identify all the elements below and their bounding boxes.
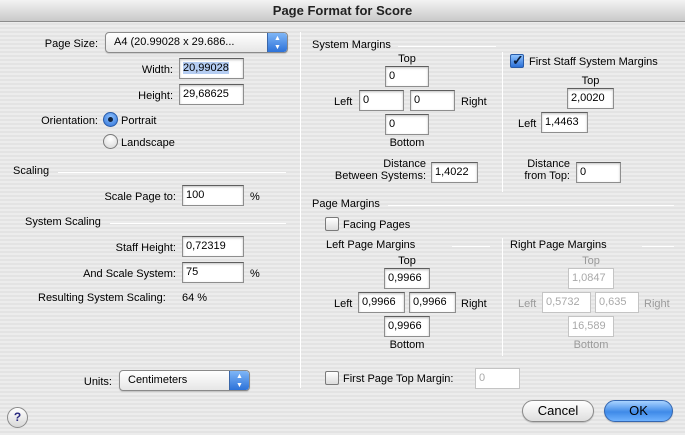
landscape-radio[interactable]: [103, 134, 118, 149]
first-staff-label: First Staff System Margins: [529, 56, 658, 68]
lp-bottom-label: Bottom: [389, 339, 425, 351]
height-label: Height:: [138, 90, 173, 102]
left-page-margins-title: Left Page Margins: [326, 239, 416, 251]
and-scale-input[interactable]: 75: [182, 262, 244, 283]
and-scale-label: And Scale System:: [83, 268, 176, 280]
rp-left-input[interactable]: 0,5732: [542, 292, 591, 313]
fs-left-label: Left: [518, 118, 537, 130]
lp-left-label: Left: [334, 298, 353, 310]
page-size-label: Page Size:: [44, 38, 98, 50]
fs-left-input[interactable]: 1,4463: [541, 112, 588, 133]
fs-top-label: Top: [581, 75, 600, 87]
fs-distance-label-2: from Top:: [524, 170, 570, 182]
rp-right-label: Right: [644, 298, 670, 310]
scaling-title: Scaling: [13, 165, 50, 177]
lp-top-input[interactable]: 0,9966: [384, 268, 430, 289]
rp-left-label: Left: [518, 298, 537, 310]
landscape-label: Landscape: [121, 137, 175, 149]
system-scaling-divider: [110, 223, 286, 224]
system-scaling-title: System Scaling: [25, 216, 101, 228]
scale-page-percent: %: [250, 191, 260, 203]
lp-right-label: Right: [461, 298, 487, 310]
lp-left-input[interactable]: 0,9966: [358, 292, 405, 313]
popup-arrows-icon: ▲ ▼: [267, 33, 287, 52]
first-page-top-checkbox[interactable]: [325, 371, 339, 385]
units-label: Units:: [83, 376, 112, 388]
sm-distance-label-2: Between Systems:: [334, 170, 426, 182]
fs-distance-input[interactable]: 0: [576, 162, 621, 183]
left-page-divider: [452, 246, 490, 247]
sm-top-label: Top: [398, 53, 416, 65]
rp-top-input[interactable]: 1,0847: [568, 268, 614, 289]
height-input[interactable]: 29,68625: [179, 84, 244, 105]
sm-bottom-label: Bottom: [389, 137, 425, 149]
help-button[interactable]: ?: [7, 407, 28, 428]
lp-right-input[interactable]: 0,9966: [409, 292, 456, 313]
page-size-popup[interactable]: A4 (20.99028 x 29.686... ▲ ▼: [105, 32, 288, 53]
scale-page-input[interactable]: 100: [182, 185, 244, 206]
rp-top-label: Top: [582, 255, 600, 267]
system-margins-divider: [398, 46, 496, 47]
sm-right-label: Right: [461, 96, 487, 108]
and-scale-percent: %: [250, 268, 260, 280]
right-page-margins-title: Right Page Margins: [510, 239, 607, 251]
first-page-top-label: First Page Top Margin:: [343, 373, 454, 385]
sm-top-input[interactable]: 0: [385, 66, 429, 87]
units-popup[interactable]: Centimeters ▲ ▼: [119, 370, 250, 391]
right-page-divider: [642, 246, 674, 247]
portrait-radio[interactable]: [103, 112, 118, 127]
page-size-value: A4 (20.99028 x 29.686...: [114, 36, 235, 48]
column-divider: [300, 32, 301, 388]
facing-pages-label: Facing Pages: [343, 219, 411, 231]
first-staff-divider: [502, 52, 503, 192]
rp-right-input[interactable]: 0,635: [595, 292, 639, 313]
orientation-label: Orientation:: [41, 115, 98, 127]
sm-bottom-input[interactable]: 0: [385, 114, 429, 135]
sm-distance-input[interactable]: 1,4022: [431, 162, 478, 183]
window-title: Page Format for Score: [0, 0, 685, 22]
scale-page-label: Scale Page to:: [104, 191, 176, 203]
cancel-button[interactable]: Cancel: [522, 400, 594, 422]
units-value: Centimeters: [128, 374, 188, 386]
popup-arrows-icon: ▲ ▼: [229, 371, 249, 390]
ok-button[interactable]: OK: [604, 400, 673, 422]
page-margins-vertical-divider: [502, 238, 503, 356]
width-input[interactable]: 20,99028: [179, 58, 244, 79]
rp-bottom-input[interactable]: 16,589: [568, 316, 614, 337]
first-staff-checkbox[interactable]: [510, 52, 524, 69]
facing-pages-checkbox[interactable]: [325, 217, 339, 231]
staff-height-input[interactable]: 0,72319: [182, 236, 244, 257]
staff-height-label: Staff Height:: [115, 242, 176, 254]
rp-bottom-label: Bottom: [573, 339, 609, 351]
system-margins-title: System Margins: [312, 39, 391, 51]
sm-left-input[interactable]: 0: [359, 90, 404, 111]
fs-top-input[interactable]: 2,0020: [567, 88, 614, 109]
portrait-label: Portrait: [121, 115, 157, 127]
lp-bottom-input[interactable]: 0,9966: [384, 316, 430, 337]
lp-top-label: Top: [398, 255, 416, 267]
sm-left-label: Left: [334, 96, 353, 108]
scaling-divider: [58, 172, 286, 173]
first-page-top-input[interactable]: 0: [475, 368, 520, 389]
page-margins-title: Page Margins: [312, 198, 380, 210]
sm-right-input[interactable]: 0: [410, 90, 455, 111]
page-margins-divider: [388, 205, 674, 206]
resulting-scaling-label: Resulting System Scaling:: [38, 292, 166, 304]
resulting-scaling-value: 64 %: [182, 292, 208, 304]
width-label: Width:: [141, 64, 173, 76]
